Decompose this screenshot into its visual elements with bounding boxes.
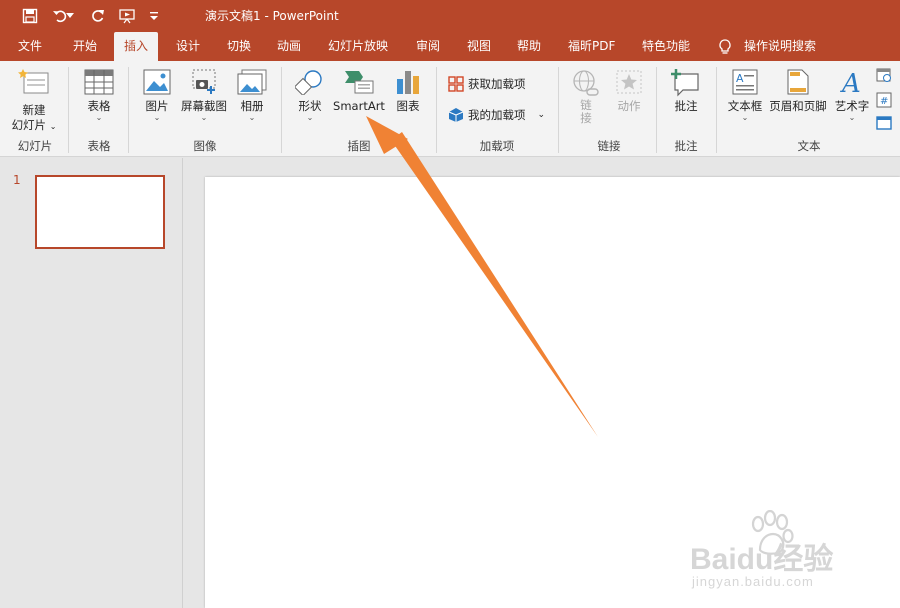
baidu-watermark: Baidu经验 jingyan.baidu.com	[690, 510, 890, 600]
watermark-url: jingyan.baidu.com	[692, 574, 814, 589]
watermark-brand: Baidu经验	[690, 543, 834, 576]
